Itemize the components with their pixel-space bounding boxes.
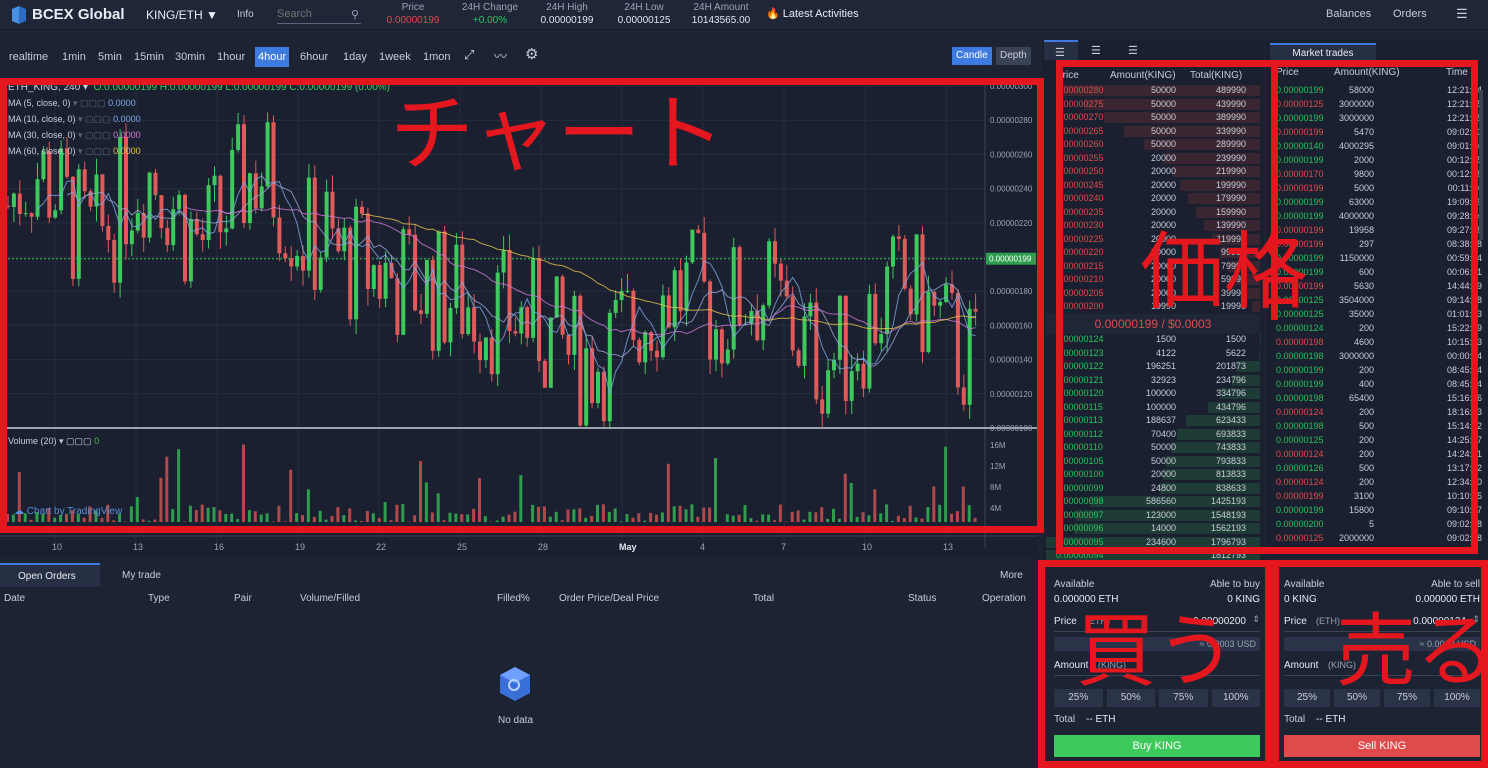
search-icon[interactable]: ⚲: [351, 8, 359, 21]
annotation-sell-label: 売る: [1336, 605, 1488, 698]
user-icon[interactable]: ☰: [1456, 6, 1468, 22]
latest-activities-link[interactable]: 🔥 Latest Activities: [766, 7, 859, 20]
orders-column-6: Total: [753, 593, 775, 604]
date-tick-label: May: [619, 542, 637, 552]
indicator-label-2: MA (30, close, 0): [8, 130, 76, 140]
date-tick-label: 22: [376, 542, 386, 552]
interval-1mon[interactable]: 1mon: [420, 47, 454, 67]
stat-value-4: 10143565.00: [691, 15, 751, 26]
date-tick-label: 10: [862, 542, 872, 552]
orderbook-view-both-icon[interactable]: ☰: [1044, 40, 1078, 60]
date-tick-label: 4: [700, 542, 705, 552]
annotation-chart-label: チャート: [390, 85, 726, 183]
indicator-label-3: MA (60, close, 0): [8, 146, 76, 156]
indicator-controls-3[interactable]: ▾ ▢▢▢: [76, 146, 114, 156]
indicator-label-1: MA (10, close, 0): [8, 114, 76, 124]
orders-column-1: Type: [148, 593, 170, 604]
date-tick-label: 10: [52, 542, 62, 552]
indicator-value-2: 0.0000: [113, 130, 141, 140]
date-tick-label: 28: [538, 542, 548, 552]
more-link[interactable]: More: [1000, 570, 1023, 581]
orders-link[interactable]: Orders: [1393, 8, 1427, 20]
stat-label-4: 24H Amount: [693, 2, 749, 13]
interval-realtime[interactable]: realtime: [6, 47, 51, 67]
orders-column-5: Order Price/Deal Price: [559, 593, 660, 604]
indicator-row-0: MA (5, close, 0) ▾ ▢▢▢ 0.0000: [8, 98, 136, 109]
date-tick-label: 19: [295, 542, 305, 552]
date-tick-label: 16: [214, 542, 224, 552]
interval-4hour[interactable]: 4hour: [255, 47, 290, 67]
indicator-controls-1[interactable]: ▾ ▢▢▢: [76, 114, 114, 124]
interval-5min[interactable]: 5min: [95, 47, 125, 67]
search-input[interactable]: [277, 6, 343, 22]
indicator-value-0: 0.0000: [108, 98, 136, 108]
latest-activities-label: Latest Activities: [782, 8, 859, 20]
candle-button[interactable]: Candle: [952, 47, 992, 65]
date-tick-label: 13: [943, 542, 953, 552]
orders-column-4: Filled%: [497, 593, 530, 604]
orderbook-view-bids-icon[interactable]: ☰: [1128, 44, 1138, 57]
no-data-text: No data: [498, 715, 534, 726]
no-data-icon: [500, 667, 530, 701]
orders-column-3: Volume/Filled: [300, 593, 361, 604]
interval-15min[interactable]: 15min: [131, 47, 167, 67]
orders-column-7: Status: [908, 593, 937, 604]
indicator-label-0: MA (5, close, 0): [8, 98, 71, 108]
info-link[interactable]: Info: [237, 9, 254, 20]
indicator-row-3: MA (60, close, 0) ▾ ▢▢▢ 0.0000: [8, 146, 141, 157]
orders-column-2: Pair: [234, 593, 252, 604]
settings-gear-icon[interactable]: ⚙: [525, 45, 538, 63]
fire-icon: 🔥: [766, 8, 780, 20]
caret-down-icon: ▼: [206, 8, 218, 22]
orderbook-view-asks-icon[interactable]: ☰: [1091, 44, 1101, 57]
date-tick-label: 7: [781, 542, 786, 552]
orders-column-0: Date: [4, 593, 26, 604]
indicator-controls-2[interactable]: ▾ ▢▢▢: [76, 130, 114, 140]
orders-column-8: Operation: [982, 593, 1026, 604]
indicator-controls-0[interactable]: ▾ ▢▢▢: [71, 98, 109, 108]
indicator-icon[interactable]: 〰: [494, 46, 507, 65]
balances-link[interactable]: Balances: [1326, 8, 1371, 20]
interval-6hour[interactable]: 6hour: [297, 47, 331, 67]
depth-button[interactable]: Depth: [996, 47, 1031, 65]
indicator-value-1: 0.0000: [113, 114, 141, 124]
indicator-value-3: 0.0000: [113, 146, 141, 156]
interval-30min[interactable]: 30min: [172, 47, 208, 67]
annotation-price-label: 価格: [1140, 223, 1309, 321]
annotation-buy-label: 買う: [1076, 605, 1236, 698]
search-box[interactable]: ⚲: [277, 6, 361, 24]
trades-scrollbar[interactable]: [1479, 90, 1483, 240]
pair-selector[interactable]: KING/ETH ▼: [146, 8, 218, 22]
interval-1hour[interactable]: 1hour: [214, 47, 248, 67]
interval-1day[interactable]: 1day: [340, 47, 370, 67]
brand-name[interactable]: BCEX Global: [32, 6, 125, 23]
interval-1min[interactable]: 1min: [59, 47, 89, 67]
tab-open-orders-label: Open Orders: [18, 571, 76, 582]
tab-open-orders[interactable]: Open Orders: [0, 563, 100, 587]
tab-my-trade[interactable]: My trade: [122, 570, 161, 581]
date-tick-label: 25: [457, 542, 467, 552]
bcex-logo-icon[interactable]: [10, 6, 28, 24]
date-tick-label: 13: [133, 542, 143, 552]
fullscreen-icon[interactable]: ⤢: [464, 47, 474, 63]
interval-1week[interactable]: 1week: [376, 47, 414, 67]
indicator-row-1: MA (10, close, 0) ▾ ▢▢▢ 0.0000: [8, 114, 141, 125]
indicator-row-2: MA (30, close, 0) ▾ ▢▢▢ 0.0000: [8, 130, 141, 141]
pair-label: KING/ETH: [146, 8, 203, 22]
